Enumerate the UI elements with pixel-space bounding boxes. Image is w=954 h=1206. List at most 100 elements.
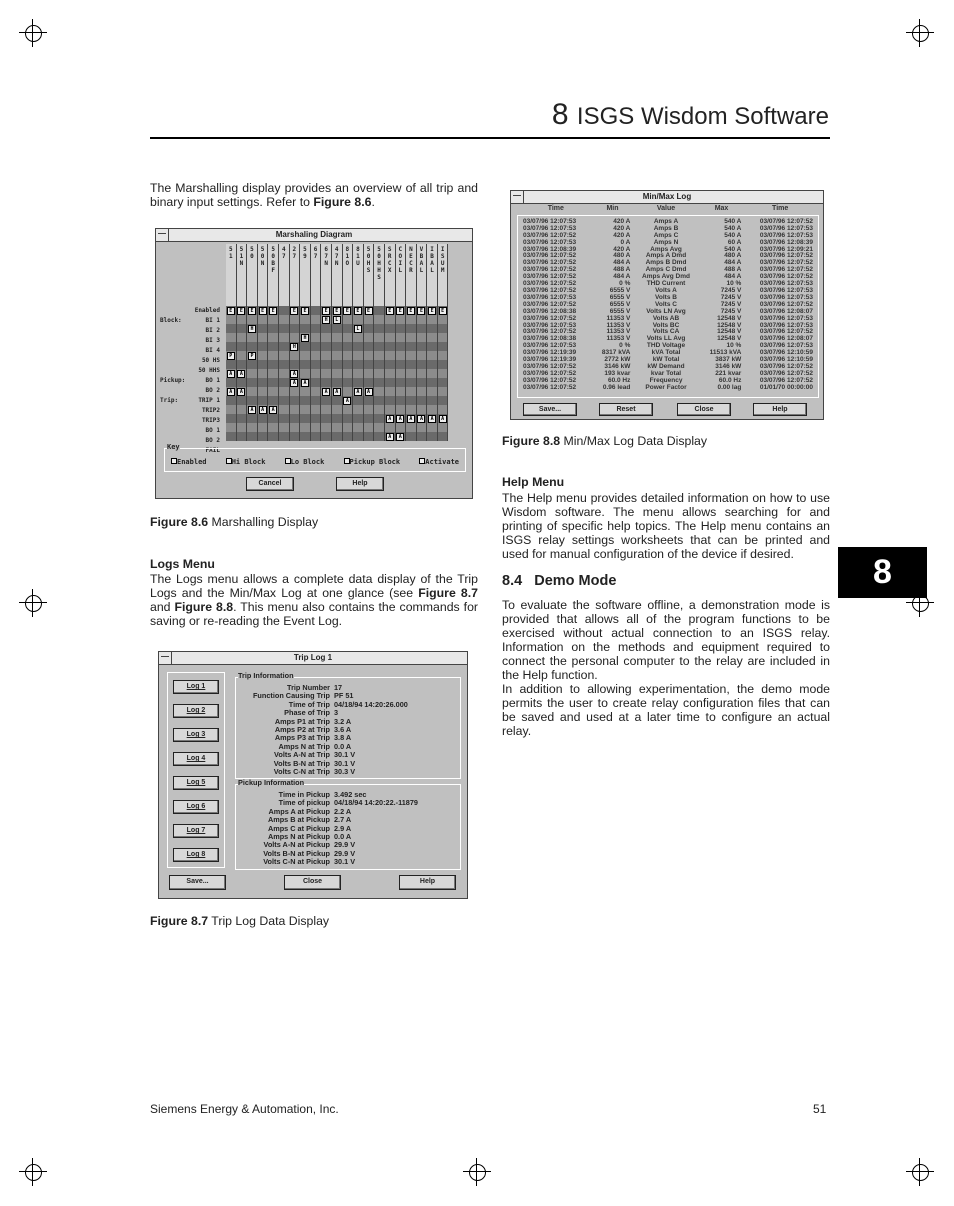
grid-cell[interactable]	[363, 360, 375, 369]
grid-cell[interactable]	[278, 306, 290, 315]
grid-cell[interactable]	[405, 432, 417, 441]
grid-cell[interactable]	[405, 333, 417, 342]
grid-cell[interactable]: A	[257, 405, 269, 414]
grid-cell[interactable]	[395, 387, 407, 396]
grid-cell[interactable]	[395, 378, 407, 387]
grid-cell[interactable]	[426, 333, 438, 342]
grid-cell[interactable]	[416, 369, 428, 378]
grid-cell[interactable]	[416, 405, 428, 414]
grid-cell[interactable]	[352, 405, 364, 414]
grid-cell[interactable]: E	[342, 306, 354, 315]
grid-cell[interactable]: A	[395, 414, 407, 423]
grid-cell[interactable]	[226, 414, 237, 423]
grid-cell[interactable]	[405, 396, 417, 405]
grid-cell[interactable]	[299, 405, 311, 414]
grid-cell[interactable]	[416, 315, 428, 324]
grid-cell[interactable]	[310, 333, 322, 342]
grid-cell[interactable]	[437, 369, 449, 378]
grid-cell[interactable]	[226, 378, 237, 387]
grid-cell[interactable]	[437, 351, 449, 360]
grid-cell[interactable]	[299, 324, 311, 333]
grid-cell[interactable]	[236, 360, 248, 369]
system-menu-button[interactable]: —	[159, 652, 172, 664]
grid-cell[interactable]: A	[226, 369, 237, 378]
grid-cell[interactable]	[278, 324, 290, 333]
grid-cell[interactable]	[257, 315, 269, 324]
grid-cell[interactable]	[342, 378, 354, 387]
grid-cell[interactable]	[395, 369, 407, 378]
grid-cell[interactable]	[278, 414, 290, 423]
grid-cell[interactable]: E	[405, 306, 417, 315]
log-5-button[interactable]: Log 5	[173, 776, 219, 790]
grid-cell[interactable]	[437, 378, 449, 387]
grid-cell[interactable]	[289, 351, 301, 360]
grid-cell[interactable]	[310, 342, 322, 351]
grid-cell[interactable]	[246, 387, 258, 396]
close-button[interactable]: Close	[284, 875, 341, 890]
grid-cell[interactable]	[320, 324, 332, 333]
grid-cell[interactable]	[384, 324, 396, 333]
grid-cell[interactable]	[310, 315, 322, 324]
grid-cell[interactable]	[278, 405, 290, 414]
grid-cell[interactable]	[426, 324, 438, 333]
grid-cell[interactable]	[416, 378, 428, 387]
grid-cell[interactable]	[342, 342, 354, 351]
grid-cell[interactable]	[278, 315, 290, 324]
grid-cell[interactable]	[236, 432, 248, 441]
grid-cell[interactable]	[416, 333, 428, 342]
grid-cell[interactable]	[299, 432, 311, 441]
grid-cell[interactable]	[310, 414, 322, 423]
grid-cell[interactable]: A	[267, 405, 279, 414]
grid-cell[interactable]: P	[226, 351, 237, 360]
grid-cell[interactable]	[267, 342, 279, 351]
grid-cell[interactable]	[437, 405, 449, 414]
grid-cell[interactable]	[278, 333, 290, 342]
grid-cell[interactable]	[352, 414, 364, 423]
grid-cell[interactable]	[342, 324, 354, 333]
grid-cell[interactable]	[257, 369, 269, 378]
grid-cell[interactable]	[331, 414, 343, 423]
grid-cell[interactable]	[310, 396, 322, 405]
grid-cell[interactable]	[437, 324, 449, 333]
grid-cell[interactable]	[226, 405, 237, 414]
grid-cell[interactable]	[257, 396, 269, 405]
grid-cell[interactable]	[267, 315, 279, 324]
grid-cell[interactable]	[437, 387, 449, 396]
grid-cell[interactable]	[278, 378, 290, 387]
grid-cell[interactable]	[320, 342, 332, 351]
grid-cell[interactable]: E	[437, 306, 449, 315]
grid-cell[interactable]	[226, 324, 237, 333]
grid-cell[interactable]: E	[395, 306, 407, 315]
grid-cell[interactable]: E	[384, 306, 396, 315]
reset-button[interactable]: Reset	[599, 403, 653, 416]
grid-cell[interactable]	[405, 351, 417, 360]
grid-cell[interactable]	[299, 396, 311, 405]
grid-cell[interactable]	[395, 333, 407, 342]
log-2-button[interactable]: Log 2	[173, 704, 219, 718]
grid-cell[interactable]	[342, 360, 354, 369]
grid-cell[interactable]	[278, 387, 290, 396]
grid-cell[interactable]	[373, 405, 385, 414]
grid-cell[interactable]	[405, 369, 417, 378]
grid-cell[interactable]	[320, 378, 332, 387]
grid-cell[interactable]: A	[289, 369, 301, 378]
grid-cell[interactable]	[426, 423, 438, 432]
grid-cell[interactable]: E	[416, 306, 428, 315]
grid-cell[interactable]	[310, 387, 322, 396]
grid-cell[interactable]	[267, 378, 279, 387]
grid-cell[interactable]	[331, 405, 343, 414]
grid-cell[interactable]	[437, 315, 449, 324]
grid-cell[interactable]	[352, 315, 364, 324]
log-7-button[interactable]: Log 7	[173, 824, 219, 838]
grid-cell[interactable]	[373, 360, 385, 369]
grid-cell[interactable]	[267, 396, 279, 405]
system-menu-button[interactable]: —	[156, 229, 169, 241]
grid-cell[interactable]	[363, 342, 375, 351]
grid-cell[interactable]	[310, 423, 322, 432]
grid-cell[interactable]	[416, 324, 428, 333]
grid-cell[interactable]	[405, 423, 417, 432]
grid-cell[interactable]	[405, 378, 417, 387]
grid-cell[interactable]	[384, 360, 396, 369]
grid-cell[interactable]	[331, 423, 343, 432]
grid-cell[interactable]	[236, 378, 248, 387]
